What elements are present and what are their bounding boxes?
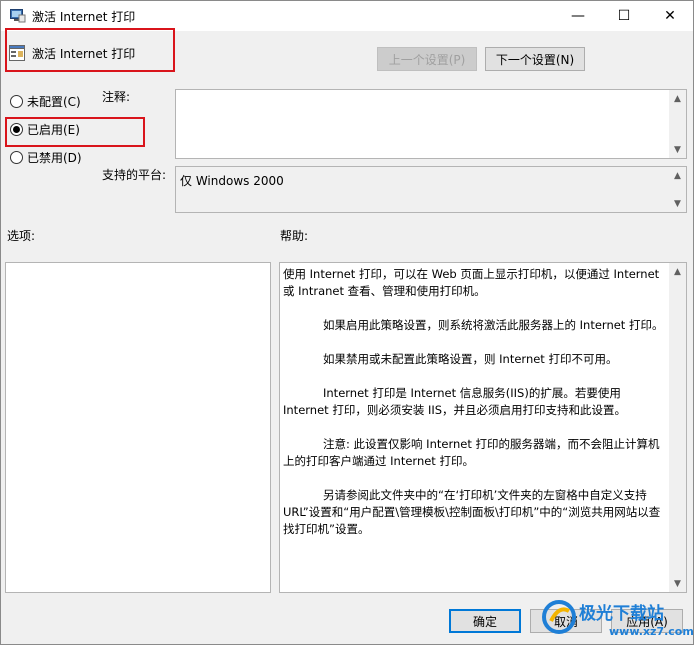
site-watermark: 极光下载站 www.xz7.com — [539, 593, 694, 645]
maximize-button[interactable]: ☐ — [601, 1, 647, 31]
help-paragraph: 注意: 此设置仅影响 Internet 打印的服务器端，而不会阻止计算机上的打印… — [283, 437, 660, 468]
radio-not-configured[interactable]: 未配置(C) — [10, 93, 81, 110]
scroll-down-icon[interactable]: ▼ — [669, 195, 686, 212]
help-paragraph: 使用 Internet 打印，可以在 Web 页面上显示打印机，以便通过 Int… — [283, 267, 660, 298]
policy-title: 激活 Internet 打印 — [32, 47, 136, 61]
help-paragraph: 如果启用此策略设置，则系统将激活此服务器上的 Internet 打印。 — [323, 318, 664, 332]
radio-disabled-label: 已禁用(D) — [27, 151, 82, 165]
radio-circle-checked[interactable] — [10, 123, 23, 136]
scroll-up-icon[interactable]: ▲ — [669, 167, 686, 184]
watermark-url: www.xz7.com — [609, 625, 694, 638]
radio-disabled[interactable]: 已禁用(D) — [10, 149, 82, 166]
radio-not-configured-label: 未配置(C) — [27, 95, 81, 109]
policy-dialog-window: 激活 Internet 打印 — ☐ ✕ 激活 Internet 打印 上一个设… — [0, 0, 694, 645]
radio-circle[interactable] — [10, 151, 23, 164]
scroll-down-icon[interactable]: ▼ — [669, 575, 686, 592]
scroll-up-icon[interactable]: ▲ — [669, 90, 686, 107]
help-scrollbar[interactable]: ▲ ▼ — [669, 263, 686, 592]
help-label: 帮助: — [280, 229, 309, 243]
comment-scrollbar[interactable]: ▲ ▼ — [669, 90, 686, 158]
platform-scrollbar[interactable]: ▲ ▼ — [669, 167, 686, 212]
policy-setting-icon — [9, 45, 25, 61]
scroll-down-icon[interactable]: ▼ — [669, 141, 686, 158]
radio-circle[interactable] — [10, 95, 23, 108]
radio-enabled-label: 已启用(E) — [27, 123, 80, 137]
scroll-up-icon[interactable]: ▲ — [669, 263, 686, 280]
comment-textarea[interactable]: ▲ ▼ — [175, 89, 687, 159]
help-paragraph: 另请参阅此文件夹中的“在‘打印机’文件夹的左窗格中自定义支持 URL”设置和“用… — [283, 488, 661, 536]
ok-button[interactable]: 确定 — [449, 609, 521, 633]
platform-label: 支持的平台: — [102, 168, 167, 182]
help-paragraph: Internet 打印是 Internet 信息服务(IIS)的扩展。若要使用 … — [283, 386, 627, 417]
watermark-logo-icon — [542, 600, 576, 634]
next-setting-button[interactable]: 下一个设置(N) — [485, 47, 585, 71]
options-pane — [5, 262, 271, 593]
window-title: 激活 Internet 打印 — [32, 10, 136, 24]
watermark-text: 极光下载站 — [579, 604, 664, 624]
help-paragraph: 如果禁用或未配置此策略设置，则 Internet 打印不可用。 — [323, 352, 618, 366]
prev-setting-button[interactable]: 上一个设置(P) — [377, 47, 477, 71]
radio-enabled[interactable]: 已启用(E) — [10, 121, 80, 138]
platform-field: 仅 Windows 2000 ▲ ▼ — [175, 166, 687, 213]
title-bar[interactable]: 激活 Internet 打印 — ☐ ✕ — [1, 1, 693, 31]
minimize-button[interactable]: — — [555, 1, 601, 31]
platform-value: 仅 Windows 2000 — [180, 174, 284, 188]
options-label: 选项: — [7, 229, 36, 243]
comment-label: 注释: — [102, 90, 131, 104]
policy-app-icon — [10, 9, 26, 23]
help-text: 使用 Internet 打印，可以在 Web 页面上显示打印机，以便通过 Int… — [283, 266, 666, 555]
help-pane: 使用 Internet 打印，可以在 Web 页面上显示打印机，以便通过 Int… — [279, 262, 687, 593]
close-button[interactable]: ✕ — [647, 1, 693, 31]
